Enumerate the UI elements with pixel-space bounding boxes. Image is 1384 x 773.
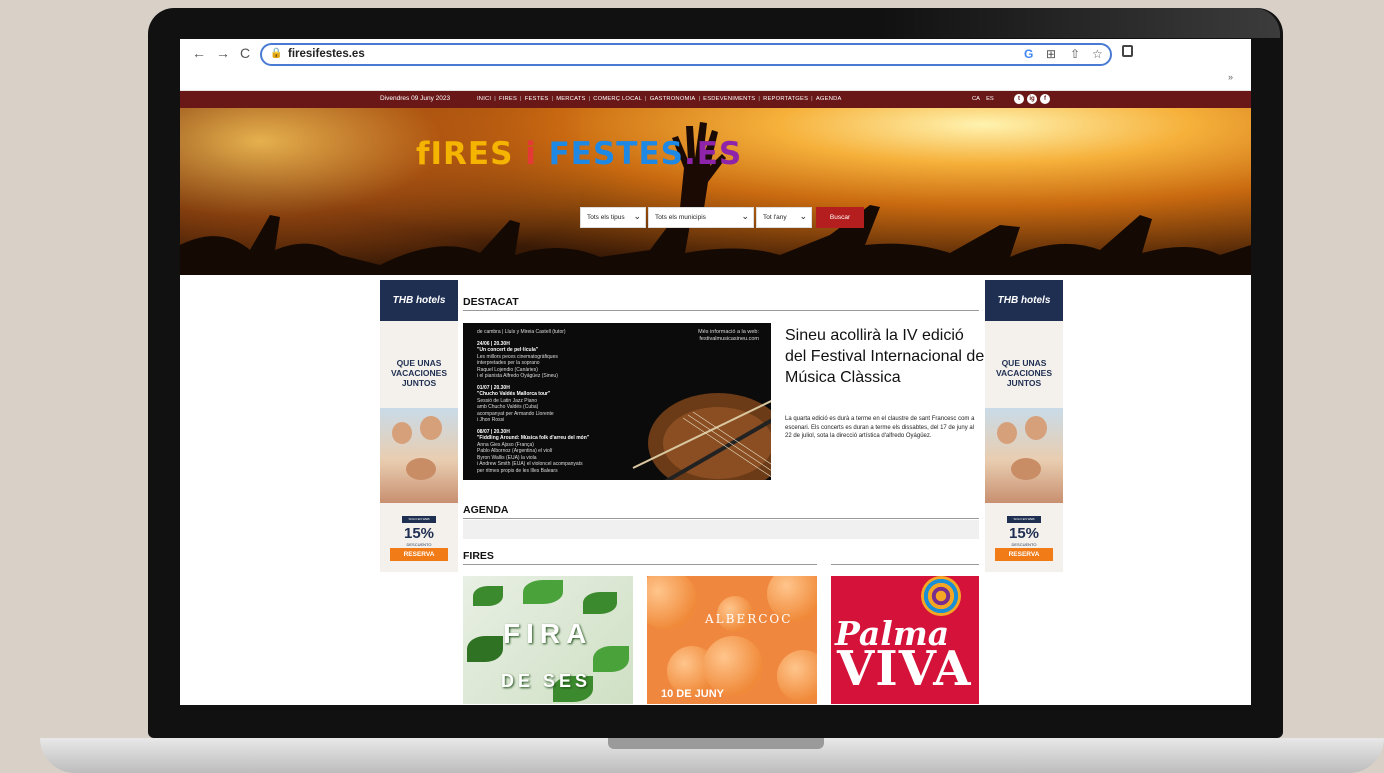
separator: | xyxy=(811,96,813,102)
poster-text: de cambra | Lluís y Mireia Castell (tuto… xyxy=(477,329,590,474)
more-bookmarks-icon[interactable]: » xyxy=(1228,72,1233,82)
main-content: DESTACAT de cambra | Lluís y Mireia Cast… xyxy=(463,280,984,704)
separator: | xyxy=(588,96,591,102)
fira-card-title: FIRA xyxy=(503,618,593,649)
separator: | xyxy=(758,96,761,102)
current-date: Divendres 09 Juny 2023 xyxy=(380,95,451,102)
menu-item-festes[interactable]: FESTES xyxy=(525,96,549,102)
menu-item-comerc-local[interactable]: COMERÇ LOCAL xyxy=(593,96,642,102)
ad-tag: SOLO EN WEB xyxy=(1007,516,1041,523)
fira-card[interactable]: FIRA DE SES xyxy=(463,576,633,704)
agenda-heading: AGENDA xyxy=(463,504,979,519)
featured-title[interactable]: Sineu acollirà la IV edició del Festival… xyxy=(785,325,985,388)
site-topbar: Divendres 09 Juny 2023 INICI | FIRES | FES… xyxy=(180,91,1251,108)
albercoc-card[interactable]: ALBERCOC 10 DE JUNY xyxy=(647,576,817,704)
menu-item-esdeveniments[interactable]: ESDEVENIMENTS xyxy=(703,96,755,102)
palma-viva-card[interactable]: Palma VIVA xyxy=(831,576,979,704)
ad-brand: THB hotels xyxy=(380,280,458,321)
separator: | xyxy=(698,96,701,102)
ad-banner-left[interactable]: THB hotels QUE UNAS VACACIONES JUNTOS SOLO… xyxy=(380,280,458,572)
google-icon[interactable]: G xyxy=(1024,47,1033,61)
municipi-select[interactable]: Tots els municipis xyxy=(648,207,754,228)
menu-item-mercats[interactable]: MERCATS xyxy=(556,96,585,102)
section-divider xyxy=(831,564,979,565)
menu-item-inici[interactable]: INICI xyxy=(477,96,491,102)
fires-heading: FIRES xyxy=(463,550,817,565)
albercoc-card-date: 10 DE JUNY xyxy=(661,688,724,700)
separator: | xyxy=(494,96,496,102)
violin-image xyxy=(632,393,771,480)
target-logo xyxy=(921,576,961,616)
palma-viva-subtitle: VIVA xyxy=(837,641,972,697)
featured-image[interactable]: de cambra | Lluís y Mireia Castell (tuto… xyxy=(463,323,771,480)
ad-percent: 15% xyxy=(1008,525,1040,542)
back-icon[interactable]: ← xyxy=(190,45,208,61)
menu-item-agenda[interactable]: AGENDA xyxy=(816,96,842,102)
reserva-button[interactable]: RESERVA xyxy=(995,548,1053,561)
hero-banner: fIRES i FESTES.ES Tots els tipus Tots el… xyxy=(180,108,1251,275)
any-select[interactable]: Tot l'any xyxy=(756,207,812,228)
ad-tag: SOLO EN WEB xyxy=(402,516,436,523)
featured-summary: La quarta edició es durà a terme en el c… xyxy=(785,416,975,439)
ad-percent: 15% xyxy=(403,525,435,542)
menu-item-reportatges[interactable]: REPORTATGES xyxy=(763,96,808,102)
separator: | xyxy=(520,96,522,102)
agenda-box xyxy=(463,520,979,539)
reload-icon[interactable]: C xyxy=(236,45,254,61)
menu-item-fires[interactable]: FIRES xyxy=(499,96,517,102)
menu-item-gastronomia[interactable]: GASTRONOMIA xyxy=(650,96,696,102)
ad-slogan: QUE UNAS VACACIONES JUNTOS xyxy=(390,358,448,388)
poster-site: Més informació a la web: festivalmusicas… xyxy=(698,329,759,342)
ad-brand: THB hotels xyxy=(985,280,1063,321)
url-text: firesifestes.es xyxy=(288,48,365,60)
lock-icon: 🔒 xyxy=(270,48,283,59)
star-icon[interactable]: ☆ xyxy=(1092,47,1103,61)
ad-slogan: QUE UNAS VACACIONES JUNTOS xyxy=(995,358,1053,388)
browser-toolbar: ← → C 🔒 firesifestes.es G ⊞ ⇧ ☆ » xyxy=(180,39,1251,91)
ad-photo xyxy=(985,408,1063,503)
forward-icon[interactable]: → xyxy=(214,45,232,61)
facebook-icon[interactable]: f xyxy=(1040,94,1050,104)
ad-discount-label: DESCUENTO xyxy=(406,542,432,547)
tipus-select[interactable]: Tots els tipus xyxy=(580,207,646,228)
instagram-icon[interactable]: ig xyxy=(1027,94,1037,104)
albercoc-card-title: ALBERCOC xyxy=(705,612,793,626)
separator: | xyxy=(551,96,554,102)
laptop-notch xyxy=(608,738,824,749)
language-switcher: CA ES xyxy=(972,96,994,102)
social-links: t ig f xyxy=(1014,94,1050,104)
separator: | xyxy=(645,96,647,102)
lang-es[interactable]: ES xyxy=(986,96,994,102)
ad-photo xyxy=(380,408,458,503)
reserva-button[interactable]: RESERVA xyxy=(390,548,448,561)
translate-icon[interactable]: ⊞ xyxy=(1046,47,1056,61)
main-menu: INICI | FIRES | FESTES | MERCATS | COMERÇ LO… xyxy=(477,96,842,102)
laptop-glare xyxy=(880,8,1280,38)
site-logo[interactable]: fIRES i FESTES.ES xyxy=(416,136,742,172)
search-button[interactable]: Buscar xyxy=(816,207,864,228)
sidepanel-icon[interactable] xyxy=(1122,45,1133,57)
screen: ← → C 🔒 firesifestes.es G ⊞ ⇧ ☆ » Divend… xyxy=(180,39,1251,705)
twitter-icon[interactable]: t xyxy=(1014,94,1024,104)
fira-card-subtitle: DE SES xyxy=(501,671,592,691)
ad-banner-right[interactable]: THB hotels QUE UNAS VACACIONES JUNTOS SOLO… xyxy=(985,280,1063,572)
share-icon[interactable]: ⇧ xyxy=(1070,47,1080,61)
lang-ca[interactable]: CA xyxy=(972,96,980,102)
destacat-heading: DESTACAT xyxy=(463,280,979,311)
address-bar[interactable]: 🔒 firesifestes.es G ⊞ ⇧ ☆ xyxy=(260,43,1112,66)
search-filters: Tots els tipus Tots els municipis Tot l'… xyxy=(580,207,864,228)
ad-discount-label: DESCUENTO xyxy=(1011,542,1037,547)
